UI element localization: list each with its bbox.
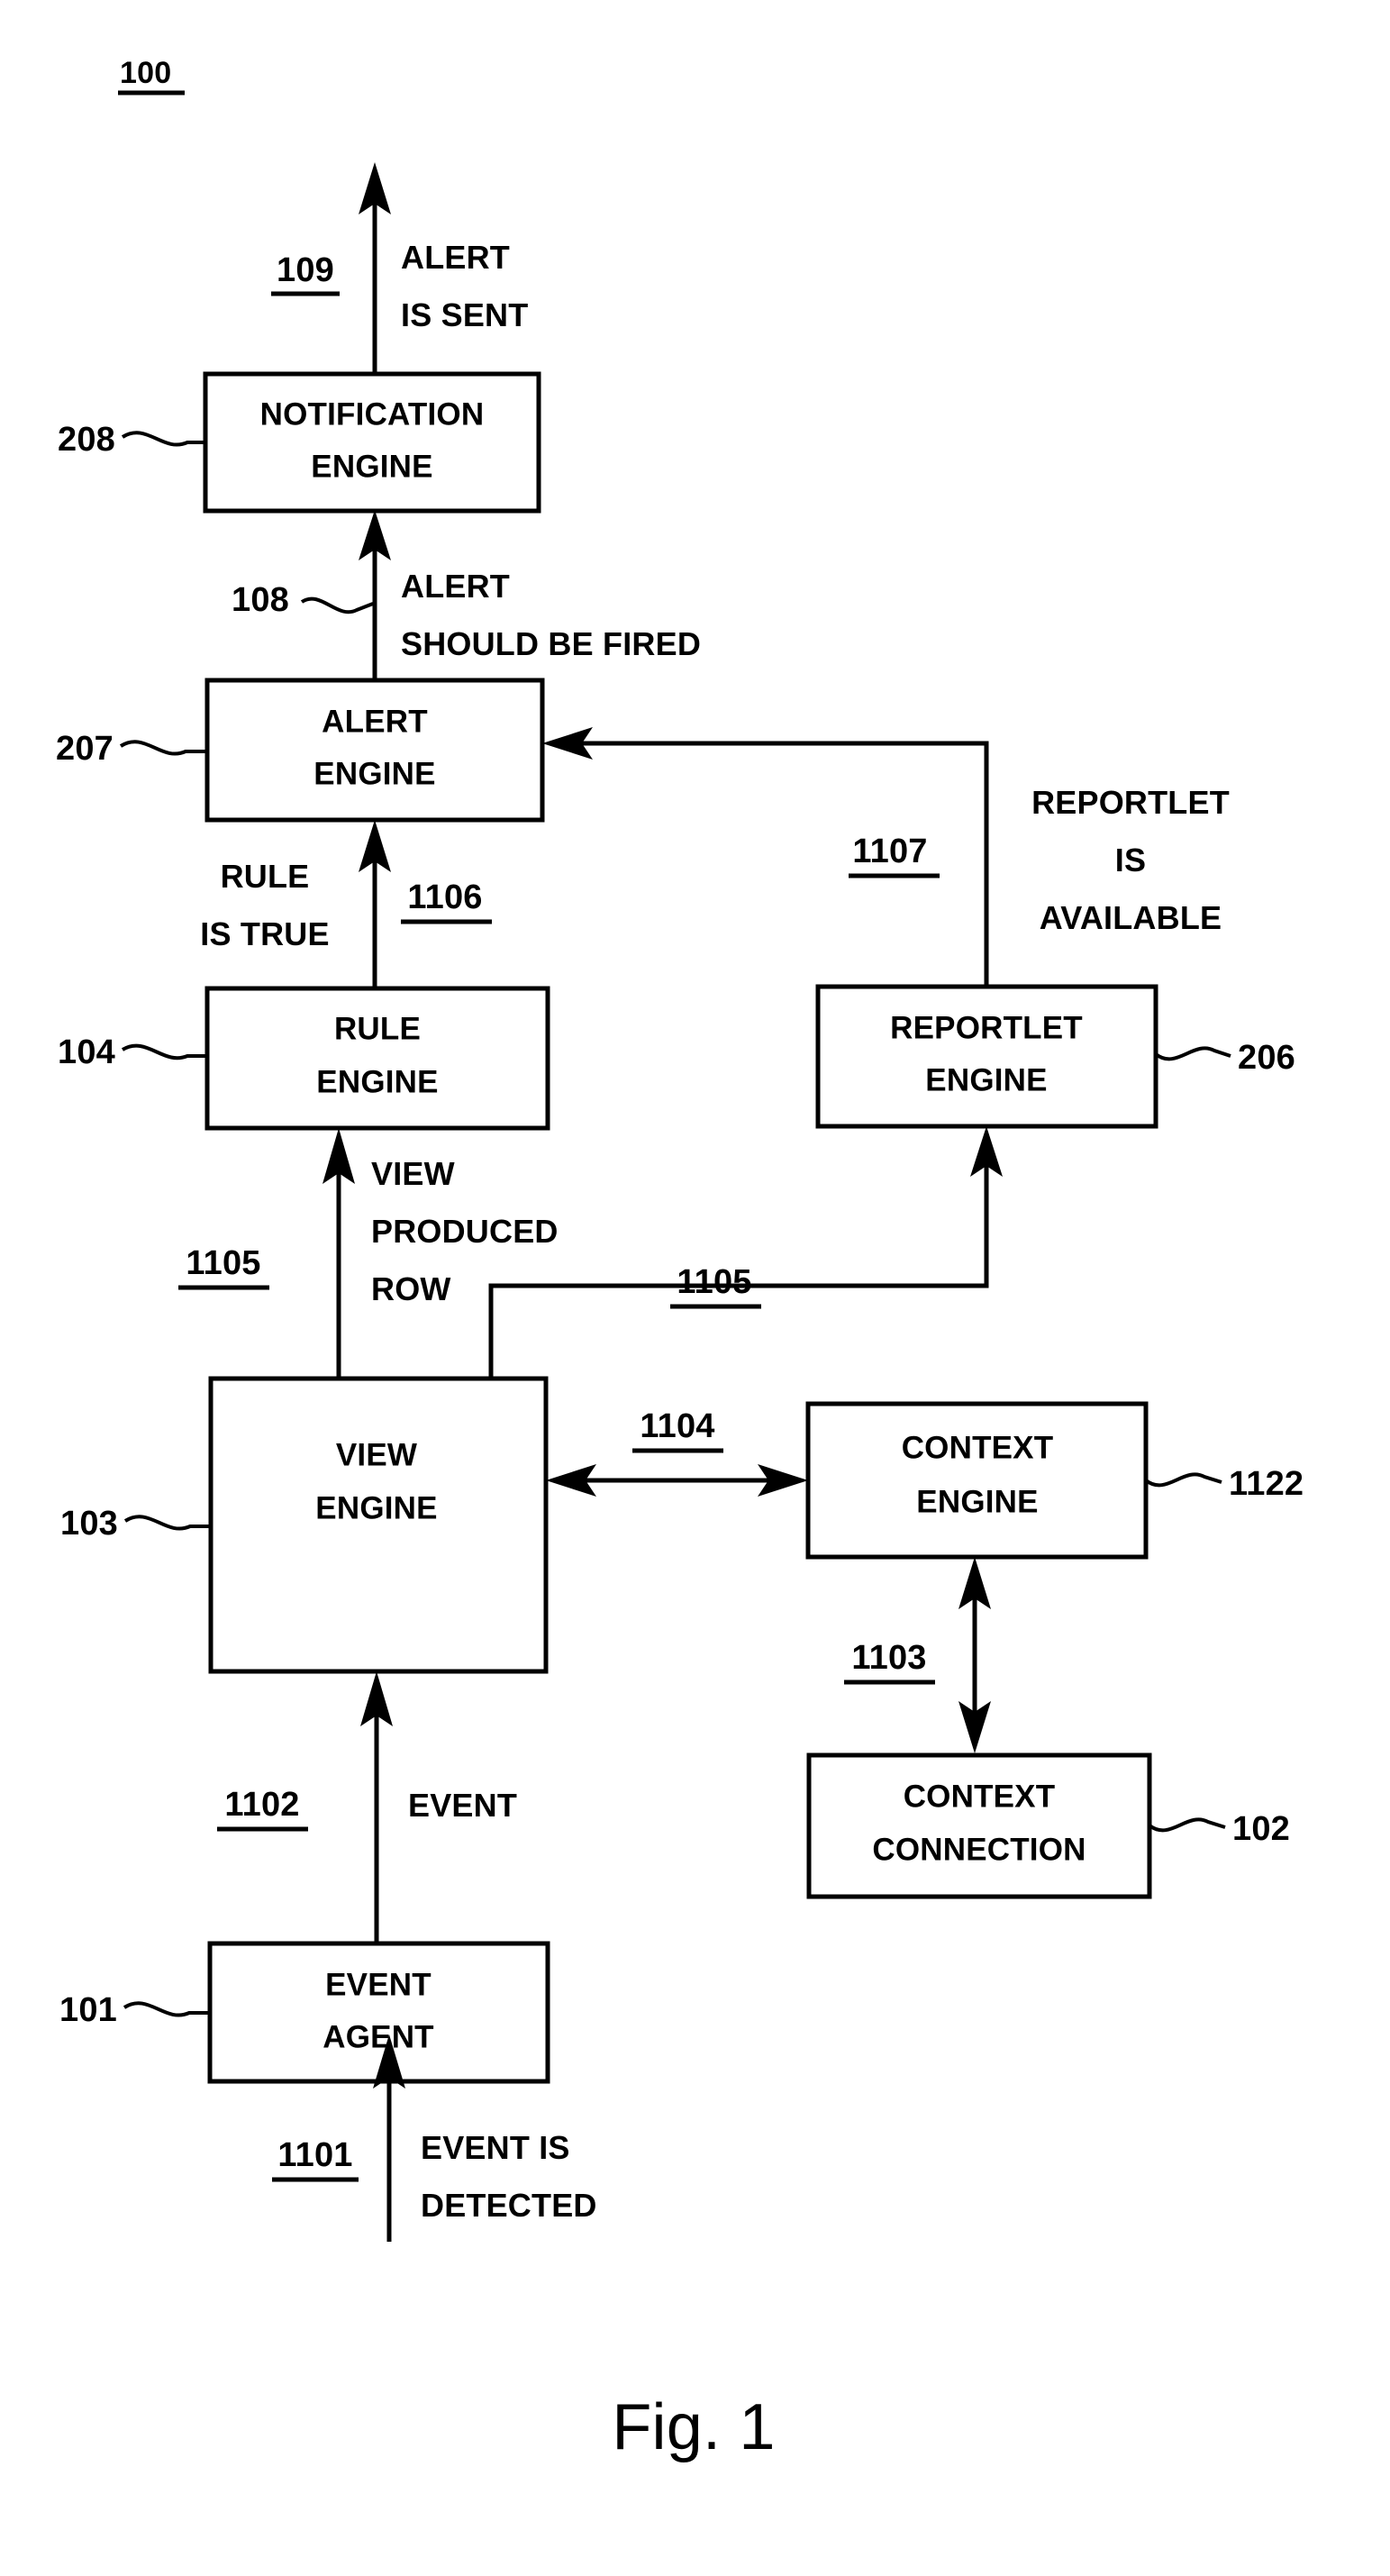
box-event-agent-label-line1: EVENT [325,1967,432,2002]
box-context-engine-label-line1: CONTEXT [902,1430,1054,1465]
flow-view-produced-row-ref: 1105 [186,1244,260,1282]
flow-event-is-detected-ref: 1101 [277,2136,352,2174]
flow-alert-is-sent-label-line1: ALERT [401,239,510,276]
flow-view-to-reportlet-ref: 1105 [677,1263,751,1301]
figure-number-label: 100 [120,56,171,90]
box-reportlet-engine-rect[interactable] [815,984,1158,1129]
box-alert-engine-label-line1: ALERT [322,704,428,739]
box-notification-engine-ref: 208 [58,421,115,459]
flow-reportlet-is-available-label-line2: IS [1115,842,1146,878]
flow-reportlet-is-available-label-line3: AVAILABLE [1040,899,1222,936]
box-context-connection-rect[interactable] [806,1752,1152,1899]
flow-event-ref: 1102 [224,1786,299,1824]
flow-alert-is-sent-ref: 109 [277,251,334,289]
flow-alert-should-be-fired-label-line1: ALERT [401,568,510,605]
box-rule-engine-label-line1: RULE [334,1011,421,1046]
flow-rule-is-true-label-line1: RULE [221,858,310,895]
box-notification-engine-label-line2: ENGINE [311,449,432,484]
box-alert-engine-label-line2: ENGINE [313,756,435,791]
box-alert-engine-ref: 207 [56,730,114,768]
box-view-engine-label-line1: VIEW [336,1437,417,1472]
flow-alert-is-sent-label-line2: IS SENT [401,296,528,333]
box-reportlet-engine-ref: 206 [1238,1039,1295,1077]
flow-context-connection-link-ref: 1103 [851,1639,926,1677]
flow-rule-is-true-ref: 1106 [407,878,482,916]
box-context-engine-ref: 1122 [1229,1465,1304,1503]
box-event-agent-ref: 101 [59,1991,117,2029]
box-rule-engine-label-line2: ENGINE [316,1064,438,1099]
flow-view-produced-row-label-line1: VIEW [371,1155,455,1192]
box-event-agent-label-line2: AGENT [323,2019,434,2054]
box-context-engine-label-line2: ENGINE [916,1484,1038,1519]
box-context-engine-rect[interactable] [805,1401,1149,1560]
box-alert-engine-rect[interactable] [204,678,545,823]
flow-view-produced-row-label-line2: PRODUCED [371,1213,559,1250]
box-notification-engine-rect[interactable] [203,371,541,514]
flow-event-label-line1: EVENT [408,1787,517,1824]
box-notification-engine-label-line1: NOTIFICATION [260,396,485,432]
box-view-engine-ref: 103 [60,1505,118,1543]
flow-reportlet-is-available-ref: 1107 [852,833,927,870]
box-context-connection-label-line1: CONTEXT [904,1779,1056,1814]
flow-event-is-detected-label-line2: DETECTED [421,2187,597,2224]
box-rule-engine-ref: 104 [58,1033,115,1071]
figure-canvas: 100 109 ALERT IS SENT NOTIFICATION ENGIN… [0,0,1390,2576]
flow-reportlet-is-available-label-line1: REPORTLET [1031,784,1230,821]
box-rule-engine-rect[interactable] [204,986,550,1131]
box-reportlet-engine-label-line1: REPORTLET [890,1010,1083,1045]
box-view-engine-label-line2: ENGINE [315,1490,437,1525]
box-reportlet-engine-label-line2: ENGINE [925,1062,1047,1097]
flow-rule-is-true-label-line2: IS TRUE [200,915,329,952]
figure-caption: Fig. 1 [612,2391,775,2463]
patent-figure-1: 100 109 ALERT IS SENT NOTIFICATION ENGIN… [0,0,1390,2576]
flow-event-is-detected-label-line1: EVENT IS [421,2129,570,2166]
flow-view-produced-row-label-line3: ROW [371,1270,451,1307]
flow-alert-should-be-fired-label-line2: SHOULD BE FIRED [401,625,701,662]
flow-view-context-ref: 1104 [640,1407,714,1445]
box-event-agent-rect[interactable] [207,1941,550,2084]
box-context-connection-label-line2: CONNECTION [872,1832,1086,1867]
flow-alert-should-be-fired-ref: 108 [232,581,289,619]
box-context-connection-ref: 102 [1232,1810,1290,1848]
